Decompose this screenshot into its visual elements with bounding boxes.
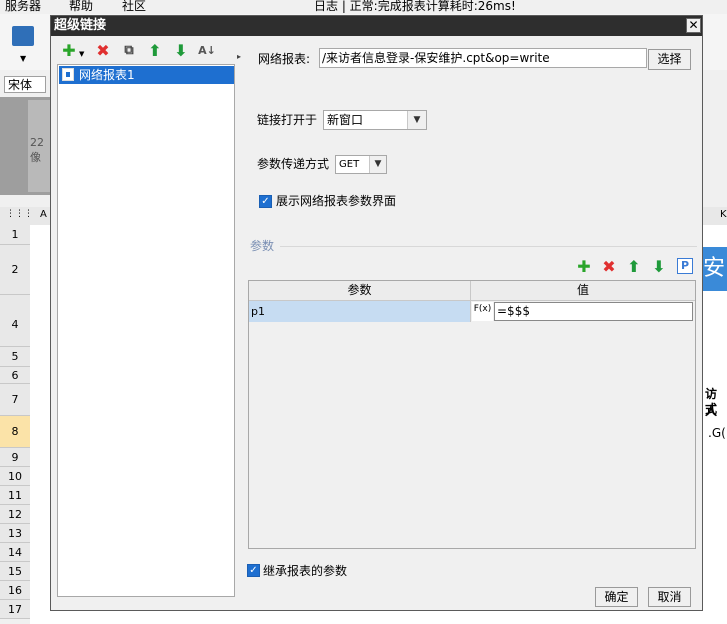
show-params-checkbox[interactable]: ✓	[259, 195, 272, 208]
arrow-down-icon[interactable]: ⬇	[171, 41, 191, 61]
params-legend: 参数	[250, 239, 278, 253]
plus-icon[interactable]: ✚	[573, 256, 595, 278]
formula-fx-button[interactable]: F(x)	[472, 302, 493, 321]
close-button[interactable]: ✕	[686, 18, 701, 33]
ruler-inner: 22像	[28, 100, 50, 192]
row-header[interactable]: 1	[0, 225, 30, 245]
arrow-up-icon[interactable]: ⬆	[145, 41, 165, 61]
choose-button[interactable]: 选择	[648, 49, 691, 70]
row-header[interactable]: 14	[0, 543, 30, 562]
row-header-selected[interactable]: 8	[0, 416, 30, 448]
row-header[interactable]: 7	[0, 384, 30, 416]
column-a-header[interactable]: A	[40, 209, 47, 220]
hyperlink-dialog: 超级链接 ✕ ✚ ▼ ✖ ⧉ ⬆ ⬇ A↓ 网络报表1 ▸ 网络报表: /来访者…	[50, 15, 703, 611]
column-header-param[interactable]: 参数	[249, 281, 471, 301]
row-header[interactable]: 5	[0, 347, 30, 367]
sort-az-icon[interactable]: A↓	[197, 41, 217, 61]
chevron-down-icon[interactable]: ▼	[407, 111, 426, 129]
collapse-arrow-icon[interactable]: ▸	[237, 52, 241, 61]
delete-icon[interactable]: ✖	[93, 41, 113, 61]
open-in-label: 链接打开于	[257, 113, 318, 127]
chevron-down-icon[interactable]: ▼	[369, 156, 386, 173]
menu-help[interactable]: 帮助	[69, 0, 93, 12]
report-path-input[interactable]: /来访者信息登录-保安维护.cpt&op=write	[319, 48, 647, 68]
row-header[interactable]: 17	[0, 600, 30, 619]
ruler-label: 22像	[30, 136, 44, 164]
method-label: 参数传递方式	[257, 157, 330, 171]
column-k-header[interactable]: K	[720, 209, 727, 220]
plus-icon[interactable]: ✚	[59, 41, 79, 61]
arrow-down-icon[interactable]: ⬇	[648, 256, 670, 278]
param-value-input[interactable]: =$$$	[494, 302, 693, 321]
row-header[interactable]: 12	[0, 505, 30, 524]
show-params-label: 展示网络报表参数界面	[276, 194, 397, 208]
open-in-value: 新窗口	[327, 113, 364, 127]
link-list: 网络报表1	[57, 64, 235, 597]
inherit-checkbox[interactable]: ✓	[247, 564, 260, 577]
cell-text: .G(	[708, 426, 726, 440]
menu-bar: 服务器 帮助 社区 日志 | 正常:完成报表计算耗时:26ms!	[0, 0, 727, 14]
panel-splitter[interactable]	[237, 38, 243, 608]
row-header[interactable]: 9	[0, 448, 30, 467]
menu-server[interactable]: 服务器	[5, 0, 41, 12]
open-in-select[interactable]: 新窗口 ▼	[323, 110, 427, 130]
row-header[interactable]: 15	[0, 562, 30, 581]
group-divider	[280, 246, 697, 247]
parameter-p-icon[interactable]: P	[677, 258, 693, 274]
row-header[interactable]: 2	[0, 245, 30, 295]
select-all-icon[interactable]: ⋮⋮⋮	[6, 209, 33, 219]
cancel-button[interactable]: 取消	[648, 587, 691, 607]
delete-icon[interactable]: ✖	[598, 256, 620, 278]
column-header-value[interactable]: 值	[471, 281, 695, 301]
method-select[interactable]: GET ▼	[335, 155, 387, 174]
cell-text: 式	[705, 402, 718, 416]
web-report-icon	[62, 68, 74, 81]
cell-banner: 安	[703, 247, 727, 291]
row-header[interactable]: 11	[0, 486, 30, 505]
copy-icon[interactable]: ⧉	[119, 41, 139, 61]
ok-button[interactable]: 确定	[595, 587, 638, 607]
list-item[interactable]: 网络报表1	[59, 66, 234, 84]
dialog-title[interactable]: 超级链接	[51, 16, 702, 36]
report-label: 网络报表:	[258, 52, 311, 66]
inherit-label: 继承报表的参数	[263, 564, 348, 578]
link-list-toolbar: ✚ ▼ ✖ ⧉ ⬆ ⬇ A↓	[57, 38, 237, 64]
font-select[interactable]: 宋体	[4, 76, 46, 93]
arrow-up-icon[interactable]: ⬆	[623, 256, 645, 278]
method-value: GET	[339, 159, 360, 170]
params-table: 参数 值 p1 F(x) =$$$	[248, 280, 696, 549]
menu-community[interactable]: 社区	[122, 0, 146, 12]
row-header[interactable]: 16	[0, 581, 30, 600]
row-header[interactable]: 10	[0, 467, 30, 486]
row-header[interactable]: 6	[0, 367, 30, 384]
status-text: 日志 | 正常:完成报表计算耗时:26ms!	[314, 0, 516, 13]
list-item-label: 网络报表1	[79, 68, 135, 82]
row-header[interactable]: 13	[0, 524, 30, 543]
chevron-down-icon[interactable]: ▼	[79, 50, 84, 58]
param-name-cell[interactable]: p1	[249, 301, 471, 322]
params-toolbar: ✚ ✖ ⬆ ⬇ P	[571, 256, 697, 278]
dropdown-arrow-icon[interactable]: ▼	[20, 54, 26, 63]
row-header[interactable]: 4	[0, 295, 30, 347]
preview-icon[interactable]	[12, 26, 34, 46]
